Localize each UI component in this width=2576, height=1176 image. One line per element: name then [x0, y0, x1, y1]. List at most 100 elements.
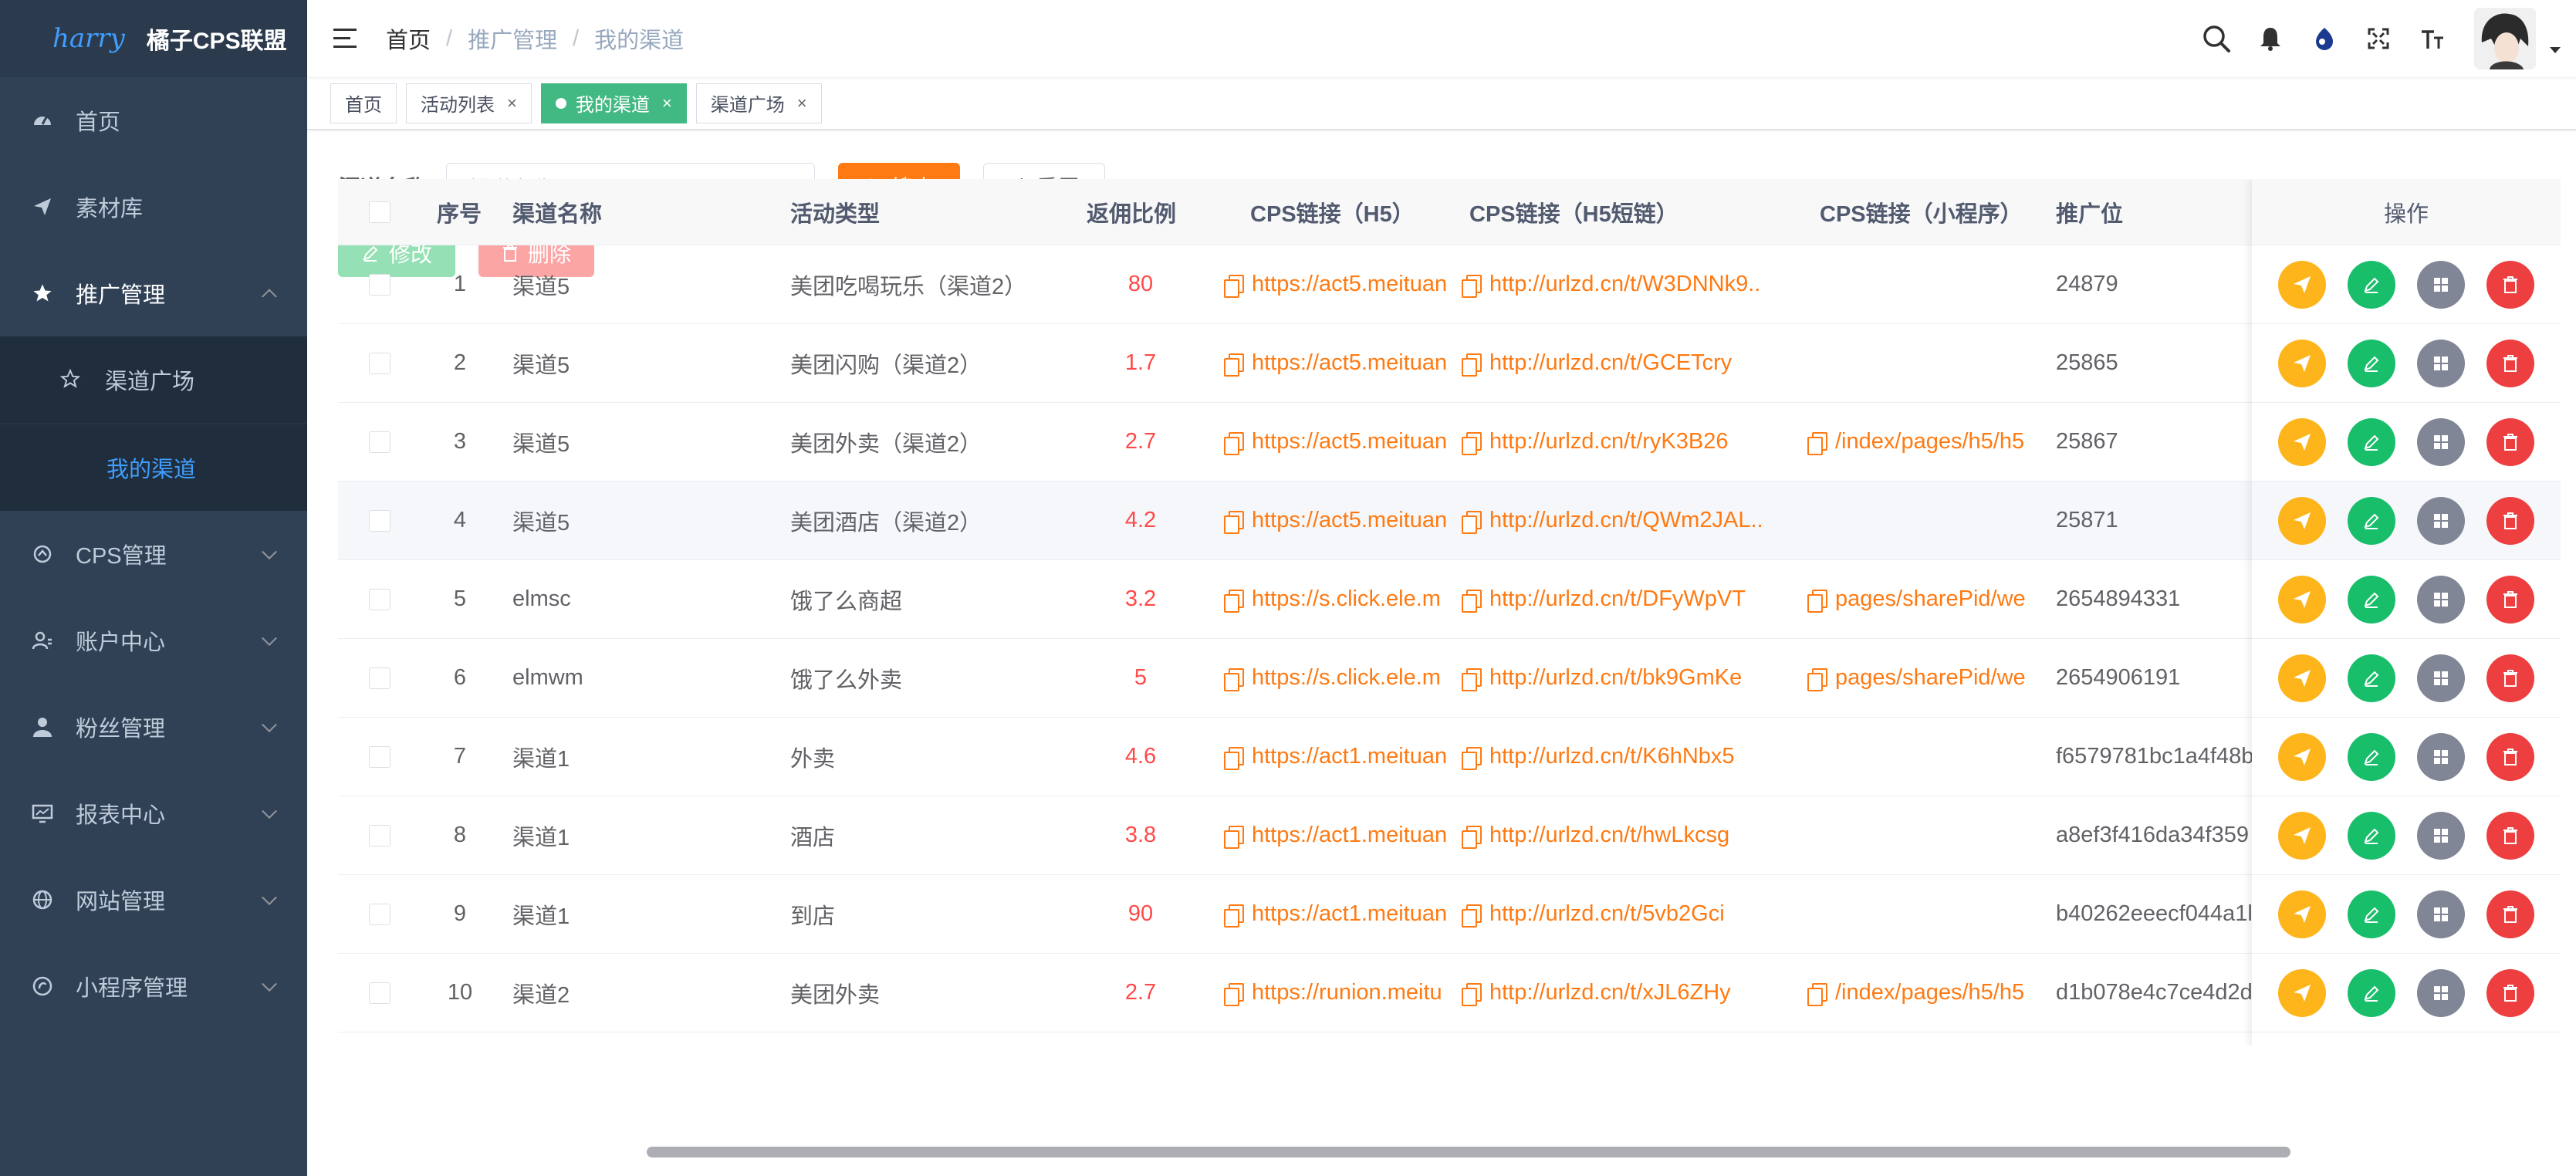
row-detail-button[interactable] — [2417, 732, 2465, 781]
copy-icon[interactable] — [1462, 825, 1482, 849]
cell-mini-link[interactable]: /index/pages/h5/h5 — [1807, 954, 2036, 1032]
select-all-checkbox[interactable] — [369, 179, 390, 245]
row-edit-button[interactable] — [2348, 968, 2395, 1017]
row-delete-button[interactable] — [2486, 968, 2534, 1017]
table-row[interactable]: 2 渠道5 美团闪购（渠道2） 1.7 https://act5.meituan… — [338, 324, 2561, 403]
table-row[interactable]: 5 elmsc 饿了么商超 3.2 https://s.click.ele.m … — [338, 560, 2561, 639]
promote-button[interactable] — [2278, 575, 2326, 623]
cell-h5-link[interactable]: https://act1.meituan — [1224, 875, 1455, 953]
copy-icon[interactable] — [1462, 667, 1482, 691]
row-delete-button[interactable] — [2486, 811, 2534, 860]
copy-icon[interactable] — [1224, 589, 1244, 613]
row-checkbox[interactable] — [369, 482, 390, 559]
copy-icon[interactable] — [1462, 274, 1482, 298]
cell-short-link[interactable]: http://urlzd.cn/t/bk9GmKe — [1462, 639, 1763, 717]
cell-h5-link[interactable]: https://act5.meituan — [1224, 403, 1455, 481]
row-delete-button[interactable] — [2486, 654, 2534, 702]
promote-button[interactable] — [2278, 811, 2326, 860]
row-edit-button[interactable] — [2348, 890, 2395, 938]
horizontal-scrollbar[interactable] — [647, 1147, 2290, 1157]
copy-icon[interactable] — [1462, 510, 1482, 534]
copy-icon[interactable] — [1462, 589, 1482, 613]
cell-h5-link-text[interactable]: https://act1.meituan — [1252, 901, 1447, 927]
promote-button[interactable] — [2278, 496, 2326, 545]
copy-icon[interactable] — [1224, 982, 1244, 1006]
cell-short-link-text[interactable]: http://urlzd.cn/t/5vb2Gci — [1489, 901, 1725, 927]
cell-short-link-text[interactable]: http://urlzd.cn/t/bk9GmKe — [1489, 665, 1742, 691]
row-delete-button[interactable] — [2486, 260, 2534, 309]
cell-h5-link-text[interactable]: https://act5.meituan — [1252, 272, 1447, 297]
promote-button[interactable] — [2278, 968, 2326, 1017]
copy-icon[interactable] — [1462, 746, 1482, 770]
cell-h5-link[interactable]: https://act5.meituan — [1224, 245, 1455, 323]
cell-short-link-text[interactable]: http://urlzd.cn/t/W3DNNk9... — [1489, 272, 1763, 297]
copy-icon[interactable] — [1462, 353, 1482, 377]
row-detail-button[interactable] — [2417, 890, 2465, 938]
row-delete-button[interactable] — [2486, 339, 2534, 387]
close-icon[interactable]: × — [797, 93, 807, 113]
cell-mini-link-text[interactable]: pages/sharePid/we — [1835, 586, 2026, 612]
copy-icon[interactable] — [1224, 904, 1244, 928]
caret-down-icon[interactable] — [2550, 47, 2561, 53]
copy-icon[interactable] — [1224, 274, 1244, 298]
table-row[interactable]: 7 渠道1 外卖 4.6 https://act1.meituan http:/… — [338, 718, 2561, 796]
table-row[interactable]: 10 渠道2 美团外卖 2.7 https://runion.meitu htt… — [338, 954, 2561, 1032]
row-checkbox[interactable] — [369, 324, 390, 402]
cell-short-link-text[interactable]: http://urlzd.cn/t/DFyWpVT — [1489, 586, 1746, 612]
avatar[interactable] — [2474, 8, 2536, 69]
row-checkbox[interactable] — [369, 403, 390, 481]
cell-short-link[interactable]: http://urlzd.cn/t/QWm2JAL... — [1462, 482, 1763, 559]
copy-icon[interactable] — [1224, 667, 1244, 691]
copy-icon[interactable] — [1224, 510, 1244, 534]
row-delete-button[interactable] — [2486, 496, 2534, 545]
promote-button[interactable] — [2278, 417, 2326, 466]
row-checkbox[interactable] — [369, 245, 390, 323]
row-delete-button[interactable] — [2486, 732, 2534, 781]
cell-short-link[interactable]: http://urlzd.cn/t/W3DNNk9... — [1462, 245, 1763, 323]
cell-mini-link[interactable]: pages/sharePid/we — [1807, 639, 2036, 717]
table-row[interactable]: 3 渠道5 美团外卖（渠道2） 2.7 https://act5.meituan… — [338, 403, 2561, 482]
tag-activity-list[interactable]: 活动列表 × — [406, 83, 532, 123]
cell-short-link-text[interactable]: http://urlzd.cn/t/xJL6ZHy — [1489, 980, 1731, 1005]
cell-mini-link-text[interactable]: /index/pages/h5/h5 — [1835, 429, 2024, 455]
close-icon[interactable]: × — [507, 93, 517, 113]
cell-h5-link-text[interactable]: https://act1.meituan — [1252, 744, 1447, 769]
row-checkbox[interactable] — [369, 954, 390, 1032]
sidebar-item-cps[interactable]: CPS管理 — [0, 511, 307, 597]
copy-icon[interactable] — [1224, 746, 1244, 770]
row-edit-button[interactable] — [2348, 417, 2395, 466]
table-row[interactable]: 6 elmwm 饿了么外卖 5 https://s.click.ele.m ht… — [338, 639, 2561, 718]
table-row[interactable]: 4 渠道5 美团酒店（渠道2） 4.2 https://act5.meituan… — [338, 482, 2561, 560]
sidebar-item-reports[interactable]: 报表中心 — [0, 770, 307, 857]
row-detail-button[interactable] — [2417, 575, 2465, 623]
promote-button[interactable] — [2278, 260, 2326, 309]
theme-icon[interactable] — [2307, 22, 2341, 56]
sidebar-item-fans[interactable]: 粉丝管理 — [0, 684, 307, 770]
tag-my-channel[interactable]: 我的渠道 × — [540, 83, 687, 123]
row-edit-button[interactable] — [2348, 496, 2395, 545]
cell-h5-link-text[interactable]: https://runion.meitu — [1252, 980, 1442, 1005]
cell-h5-link[interactable]: https://s.click.ele.m — [1224, 560, 1455, 638]
tag-channel-square[interactable]: 渠道广场 × — [695, 83, 822, 123]
cell-short-link[interactable]: http://urlzd.cn/t/5vb2Gci — [1462, 875, 1763, 953]
cell-short-link[interactable]: http://urlzd.cn/t/GCETcry — [1462, 324, 1763, 402]
row-checkbox[interactable] — [369, 639, 390, 717]
cell-short-link[interactable]: http://urlzd.cn/t/DFyWpVT — [1462, 560, 1763, 638]
row-detail-button[interactable] — [2417, 654, 2465, 702]
cell-mini-link[interactable]: /index/pages/h5/h5 — [1807, 403, 2036, 481]
row-detail-button[interactable] — [2417, 811, 2465, 860]
tag-home[interactable]: 首页 — [330, 83, 397, 123]
copy-icon[interactable] — [1224, 431, 1244, 455]
promote-button[interactable] — [2278, 732, 2326, 781]
promote-button[interactable] — [2278, 654, 2326, 702]
cell-short-link-text[interactable]: http://urlzd.cn/t/ryK3B26 — [1489, 429, 1728, 455]
promote-button[interactable] — [2278, 890, 2326, 938]
cell-short-link[interactable]: http://urlzd.cn/t/K6hNbx5 — [1462, 718, 1763, 796]
row-edit-button[interactable] — [2348, 732, 2395, 781]
copy-icon[interactable] — [1224, 825, 1244, 849]
row-edit-button[interactable] — [2348, 339, 2395, 387]
cell-mini-link-text[interactable]: pages/sharePid/we — [1835, 665, 2026, 691]
row-detail-button[interactable] — [2417, 417, 2465, 466]
copy-icon[interactable] — [1807, 589, 1827, 613]
copy-icon[interactable] — [1462, 431, 1482, 455]
